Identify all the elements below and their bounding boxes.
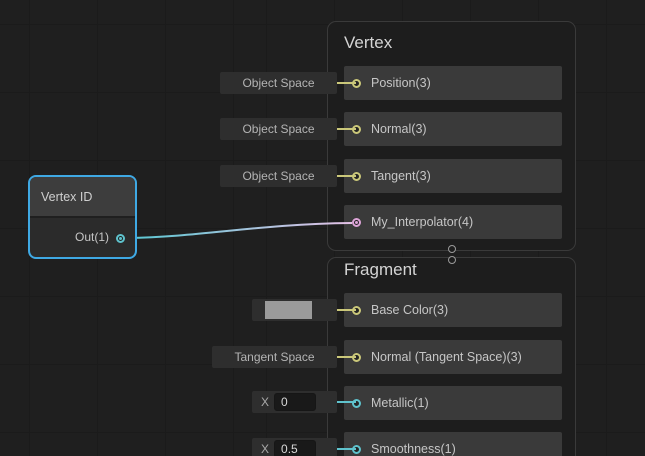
stack-row-position[interactable]: Position(3) bbox=[344, 66, 562, 100]
stack-row-tangent[interactable]: Tangent(3) bbox=[344, 159, 562, 193]
space-selector-label: Object Space bbox=[242, 122, 314, 136]
space-selector-label: Object Space bbox=[242, 76, 314, 90]
connected-port-dot bbox=[119, 237, 122, 240]
stack-row-base-color[interactable]: Base Color(3) bbox=[344, 293, 562, 327]
node-title: Vertex ID bbox=[41, 190, 92, 204]
space-selector-position[interactable]: Object Space bbox=[220, 72, 337, 94]
color-swatch[interactable] bbox=[265, 301, 312, 319]
stack-row-label: Base Color(3) bbox=[371, 293, 448, 327]
smoothness-float-widget: X bbox=[252, 438, 337, 456]
space-selector-label: Tangent Space bbox=[234, 350, 314, 364]
connected-port-dot bbox=[355, 221, 358, 224]
float-port-icon[interactable] bbox=[352, 399, 361, 408]
stack-row-label: My_Interpolator(4) bbox=[371, 205, 473, 239]
stack-row-label: Tangent(3) bbox=[371, 159, 431, 193]
context-divider-handle-top bbox=[448, 245, 456, 253]
stack-row-label: Normal (Tangent Space)(3) bbox=[371, 340, 522, 374]
stack-row-metallic[interactable]: Metallic(1) bbox=[344, 386, 562, 420]
metallic-float-widget: X bbox=[252, 391, 337, 413]
stack-row-my-interpolator[interactable]: My_Interpolator(4) bbox=[344, 205, 562, 239]
vector4-port-icon[interactable] bbox=[352, 218, 361, 227]
vertex-id-node[interactable]: Vertex ID Out(1) bbox=[28, 175, 137, 259]
node-output-label: Out(1) bbox=[75, 230, 109, 244]
fragment-context-title: Fragment bbox=[344, 261, 417, 279]
stack-row-normal-tangent-space[interactable]: Normal (Tangent Space)(3) bbox=[344, 340, 562, 374]
context-divider-handle-bottom bbox=[448, 256, 456, 264]
stack-row-label: Metallic(1) bbox=[371, 386, 429, 420]
graph-canvas[interactable]: Vertex Fragment Position(3) Normal(3) Ta… bbox=[0, 0, 645, 456]
space-selector-normal[interactable]: Object Space bbox=[220, 118, 337, 140]
x-component-label: X bbox=[261, 442, 269, 456]
x-component-label: X bbox=[261, 395, 269, 409]
space-selector-tangent[interactable]: Object Space bbox=[220, 165, 337, 187]
stack-row-label: Position(3) bbox=[371, 66, 431, 100]
vertex-context-title: Vertex bbox=[344, 34, 392, 52]
stack-row-label: Smoothness(1) bbox=[371, 432, 456, 456]
smoothness-value-input[interactable] bbox=[274, 440, 316, 456]
float-output-port-icon[interactable] bbox=[116, 234, 125, 243]
edge-connection[interactable] bbox=[124, 223, 352, 238]
node-title-bar[interactable]: Vertex ID bbox=[30, 177, 135, 218]
space-selector-normal-ts[interactable]: Tangent Space bbox=[212, 346, 337, 368]
stack-row-normal[interactable]: Normal(3) bbox=[344, 112, 562, 146]
metallic-value-input[interactable] bbox=[274, 393, 316, 411]
stack-row-smoothness[interactable]: Smoothness(1) bbox=[344, 432, 562, 456]
space-selector-label: Object Space bbox=[242, 169, 314, 183]
stack-row-label: Normal(3) bbox=[371, 112, 427, 146]
base-color-field[interactable] bbox=[252, 299, 337, 321]
